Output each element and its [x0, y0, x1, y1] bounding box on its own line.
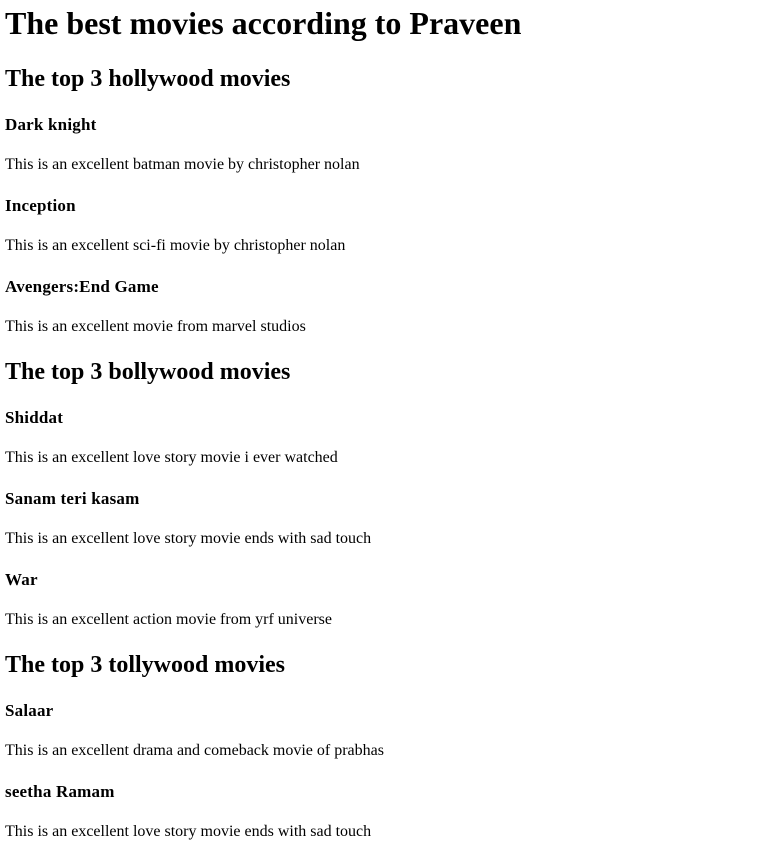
movie-description-inception: This is an excellent sci-fi movie by chr…: [5, 237, 346, 254]
movie-title-seetha-ramam: seetha Ramam: [5, 782, 115, 801]
movie-description-seetha-ramam: This is an excellent love story movie en…: [5, 823, 372, 840]
movie-title-sanam-teri-kasam: Sanam teri kasam: [5, 489, 140, 508]
section-heading-hollywood: The top 3 hollywood movies: [5, 66, 291, 92]
movie-title-shiddat: Shiddat: [5, 408, 64, 427]
section-heading-tollywood: The top 3 tollywood movies: [5, 652, 286, 678]
movie-title-dark-knight: Dark knight: [5, 115, 97, 134]
page-title: The best movies according to Praveen: [5, 5, 522, 41]
movie-description-war: This is an excellent action movie from y…: [5, 611, 333, 628]
page: The best movies according to Praveen The…: [0, 0, 771, 861]
movie-description-shiddat: This is an excellent love story movie i …: [5, 449, 338, 466]
movie-description-avengers-end-game: This is an excellent movie from marvel s…: [5, 318, 306, 335]
movie-description-sanam-teri-kasam: This is an excellent love story movie en…: [5, 530, 372, 547]
section-heading-bollywood: The top 3 bollywood movies: [5, 359, 291, 385]
movie-description-dark-knight: This is an excellent batman movie by chr…: [5, 156, 360, 173]
movie-description-salaar: This is an excellent drama and comeback …: [5, 742, 384, 759]
movie-title-avengers-end-game: Avengers:End Game: [5, 277, 159, 296]
movie-title-war: War: [5, 570, 38, 589]
movie-title-inception: Inception: [5, 196, 76, 215]
movie-title-salaar: Salaar: [5, 701, 54, 720]
